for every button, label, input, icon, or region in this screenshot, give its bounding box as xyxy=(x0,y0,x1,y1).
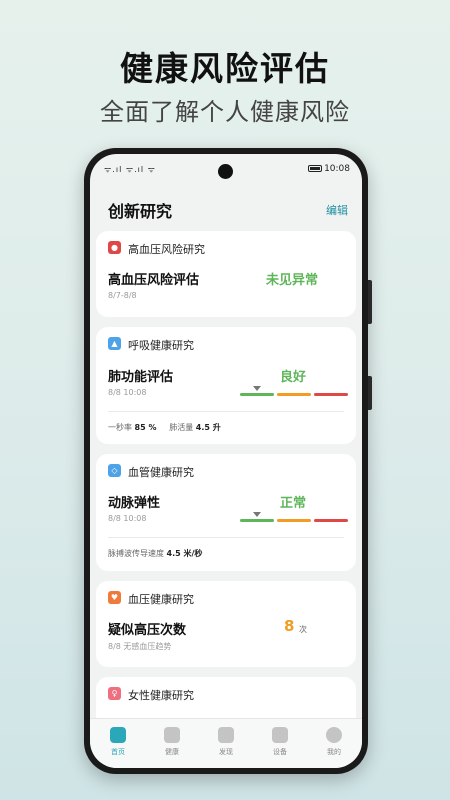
scale-bad xyxy=(314,393,348,396)
card-category: 高血压风险研究 xyxy=(128,243,205,256)
tab-label: 设备 xyxy=(273,748,287,756)
stat-label: 肺活量 xyxy=(169,423,194,432)
metric-date: 8/8 10:08 xyxy=(108,514,147,523)
count-value: 8 xyxy=(284,617,295,635)
metric-date: 8/7-8/8 xyxy=(108,291,137,300)
metric-title: 动脉弹性 xyxy=(108,496,161,511)
status-bar: ᯤ.ıl ᯤ.ıl ᯤ 10:08 xyxy=(90,154,362,184)
card-category: 呼吸健康研究 xyxy=(128,339,194,352)
tab-discover[interactable]: 发现 xyxy=(206,727,246,757)
scale-mid xyxy=(277,519,311,522)
heart-icon: ♥ xyxy=(108,591,121,604)
home-icon xyxy=(110,727,126,743)
blood-drop-icon: ● xyxy=(108,241,121,254)
rating-scale xyxy=(240,512,348,522)
bottom-tab-bar: 首页 健康 发现 设备 我的 xyxy=(90,718,362,768)
page-title: 创新研究 xyxy=(108,202,173,221)
status-time: 10:08 xyxy=(324,164,350,174)
discover-icon xyxy=(218,727,234,743)
tab-label: 首页 xyxy=(111,748,125,756)
battery-icon xyxy=(308,165,322,172)
edit-button[interactable]: 编辑 xyxy=(326,202,348,218)
promo-headline: 健康风险评估 xyxy=(120,49,330,88)
female-icon: ♀ xyxy=(108,687,121,700)
signal-icon: ᯤ.ıl ᯤ.ıl ᯤ xyxy=(104,165,156,174)
phone-screen: ᯤ.ıl ᯤ.ıl ᯤ 10:08 创新研究 编辑 ● 高血压风险研究 高血压风… xyxy=(90,154,362,768)
vessel-icon: ◇ xyxy=(108,464,121,477)
tab-label: 发现 xyxy=(219,748,233,756)
stat-value: 85 % xyxy=(134,423,157,432)
vascular-health-card[interactable]: ◇ 血管健康研究 动脉弹性 8/8 10:08 正常 脉搏波传导速度 4.5 米… xyxy=(96,454,356,571)
power-button xyxy=(368,280,372,324)
metric-title: 肺功能评估 xyxy=(108,370,174,385)
heartbeat-icon xyxy=(164,727,180,743)
volume-button xyxy=(368,376,372,410)
tab-health[interactable]: 健康 xyxy=(152,727,192,757)
stats-row: 一秒率 85 % 肺活量 4.5 升 xyxy=(108,422,221,433)
metric-date: 8/8 无感血压趋势 xyxy=(108,642,172,651)
rating-scale xyxy=(240,386,348,396)
divider xyxy=(108,411,344,412)
metric-title: 疑似高压次数 xyxy=(108,623,187,638)
promo-subline: 全面了解个人健康风险 xyxy=(100,98,350,126)
tab-home[interactable]: 首页 xyxy=(98,727,138,757)
stats-row: 脉搏波传导速度 4.5 米/秒 xyxy=(108,548,202,559)
tab-label: 健康 xyxy=(165,748,179,756)
hypertension-risk-card[interactable]: ● 高血压风险研究 高血压风险评估 8/7-8/8 未见异常 xyxy=(96,231,356,317)
card-category: 血压健康研究 xyxy=(128,593,194,606)
tab-devices[interactable]: 设备 xyxy=(260,727,300,757)
scale-good xyxy=(240,519,274,522)
stat-value: 4.5 米/秒 xyxy=(166,549,203,558)
count-unit: 次 xyxy=(299,625,307,634)
lungs-icon: ▲ xyxy=(108,337,121,350)
scale-marker xyxy=(253,512,261,517)
stat-label: 脉搏波传导速度 xyxy=(108,549,164,558)
profile-icon xyxy=(326,727,342,743)
scale-mid xyxy=(277,393,311,396)
tab-profile[interactable]: 我的 xyxy=(314,727,354,757)
metric-date: 8/8 10:08 xyxy=(108,388,147,397)
stat-value: 4.5 升 xyxy=(195,423,221,432)
metric-title: 高血压风险评估 xyxy=(108,273,200,288)
respiratory-health-card[interactable]: ▲ 呼吸健康研究 肺功能评估 8/8 10:08 良好 一秒率 85 % 肺活量… xyxy=(96,327,356,444)
phone-frame: ᯤ.ıl ᯤ.ıl ᯤ 10:08 创新研究 编辑 ● 高血压风险研究 高血压风… xyxy=(84,148,372,774)
card-category: 女性健康研究 xyxy=(128,689,194,702)
front-camera xyxy=(218,164,233,179)
status-text: 正常 xyxy=(280,496,307,511)
divider xyxy=(108,537,344,538)
stat-label: 一秒率 xyxy=(108,423,132,432)
tab-label: 我的 xyxy=(327,748,341,756)
scale-bad xyxy=(314,519,348,522)
watch-icon xyxy=(272,727,288,743)
status-text: 未见异常 xyxy=(266,273,319,288)
status-text: 良好 xyxy=(280,370,307,385)
scale-good xyxy=(240,393,274,396)
blood-pressure-card[interactable]: ♥ 血压健康研究 疑似高压次数 8/8 无感血压趋势 8 次 xyxy=(96,581,356,667)
card-category: 血管健康研究 xyxy=(128,466,194,479)
scale-marker xyxy=(253,386,261,391)
